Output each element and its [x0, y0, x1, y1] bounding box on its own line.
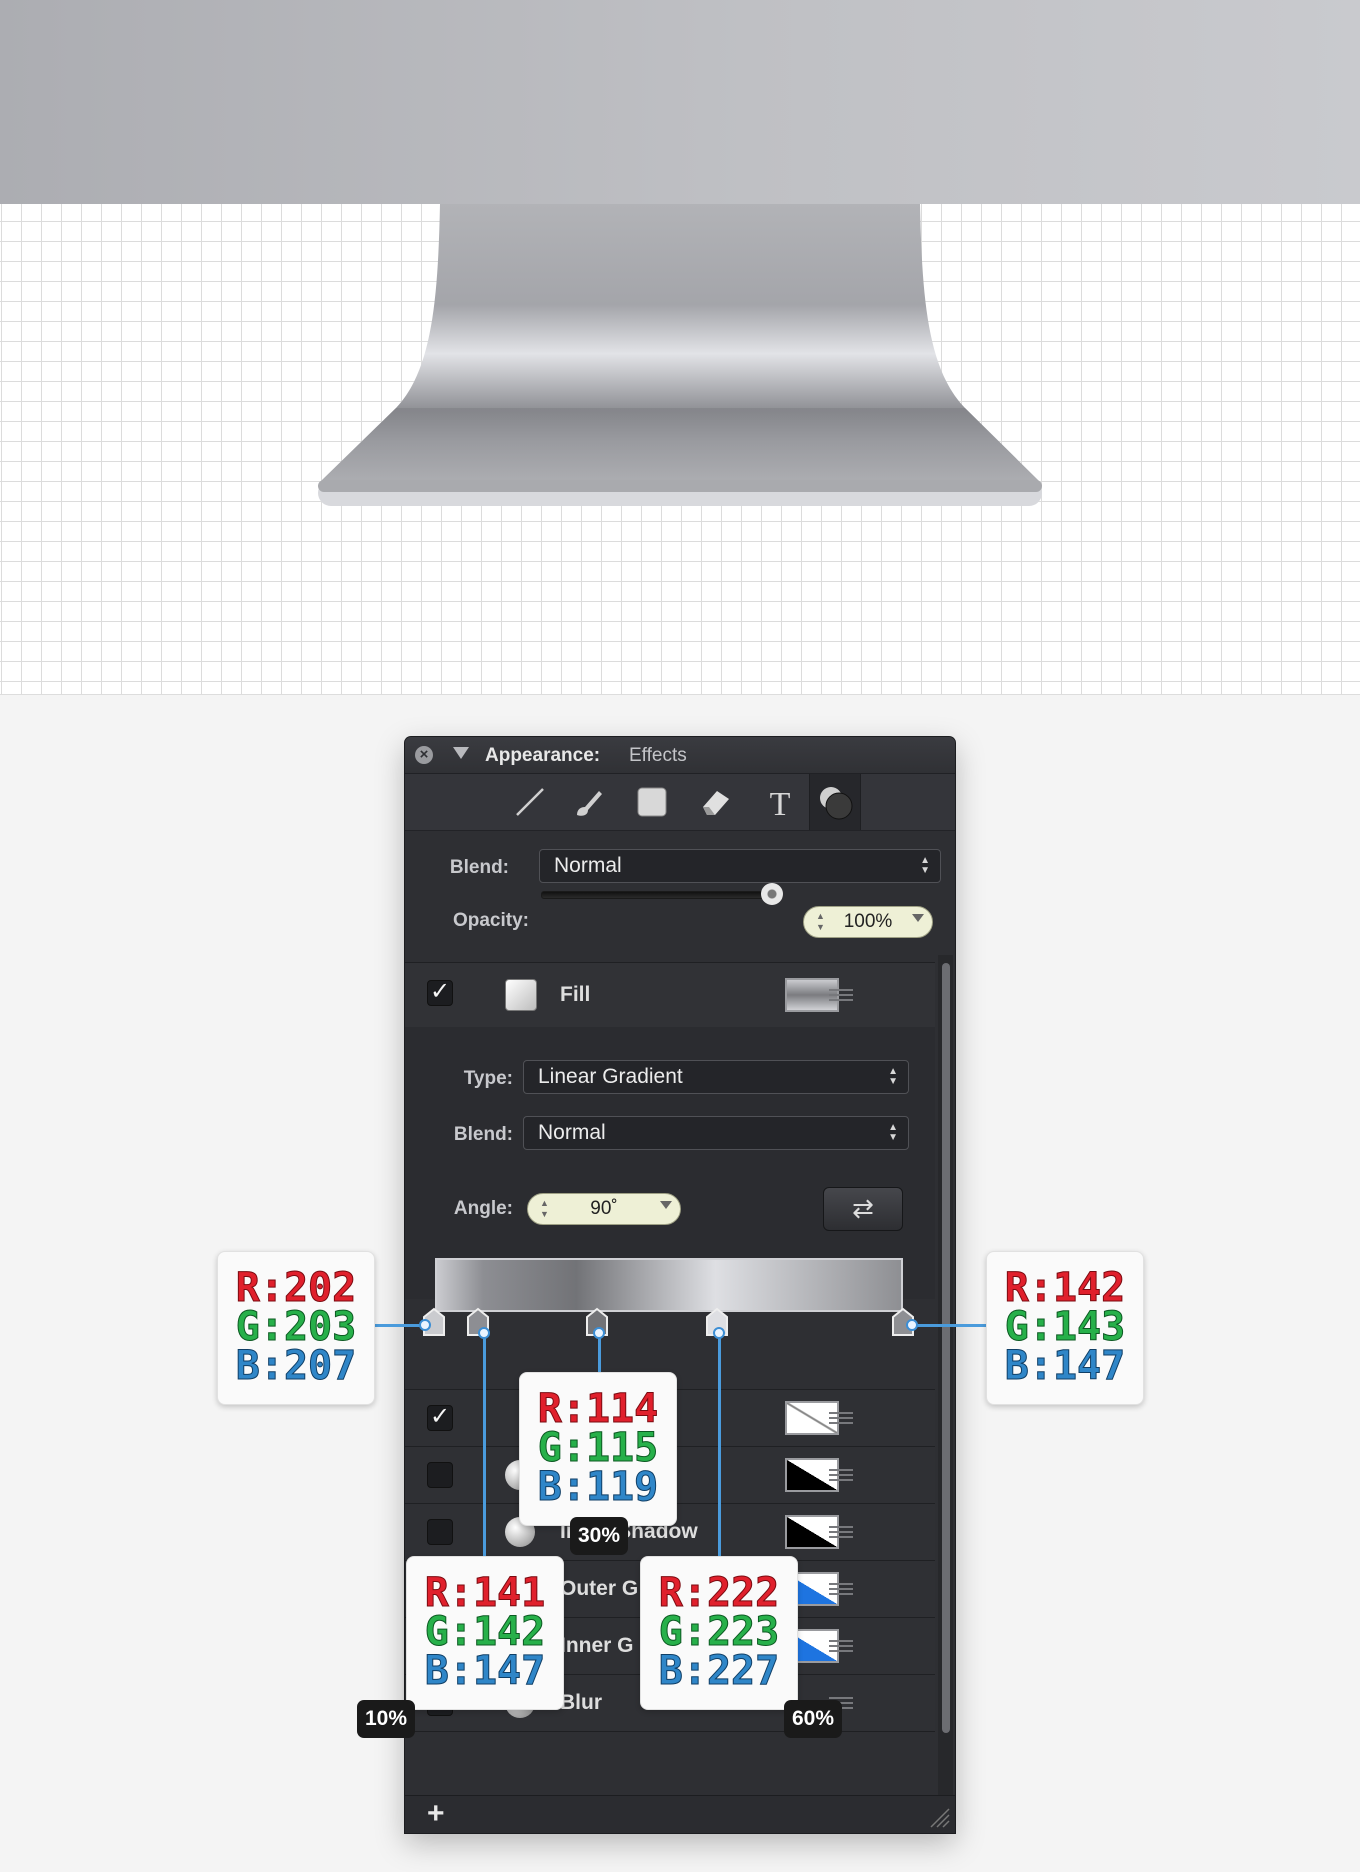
panel-title-value: Effects: [629, 745, 687, 766]
connector-line: [483, 1330, 486, 1556]
close-icon[interactable]: ×: [415, 746, 433, 764]
blend-select-value: Normal: [554, 854, 622, 877]
opacity-field[interactable]: ▲ ▼ 100%: [803, 906, 933, 938]
stop-position-badge: 10%: [357, 1700, 415, 1738]
brush-tool-icon[interactable]: [563, 780, 613, 824]
angle-value: 90˚: [590, 1198, 618, 1219]
color-callout-stop-100: R:142 G:143 B:147: [986, 1251, 1144, 1405]
connector-dot: [713, 1327, 725, 1339]
dropdown-arrow-icon[interactable]: [912, 914, 924, 922]
reverse-gradient-button[interactable]: ⇄: [823, 1187, 903, 1231]
select-arrows-icon: ▲ ▼: [888, 1066, 898, 1087]
shadow-checkbox[interactable]: [427, 1462, 453, 1488]
green-value: G:115: [537, 1425, 659, 1471]
effects-tool-icon[interactable]: [809, 774, 861, 830]
panel-title-label: Appearance:: [485, 745, 601, 766]
disclosure-triangle-icon[interactable]: [453, 747, 469, 759]
red-value: R:141: [424, 1570, 546, 1616]
drag-handle-icon[interactable]: [829, 1583, 853, 1595]
connector-dot: [906, 1319, 918, 1331]
fill-tool-icon[interactable]: [627, 780, 677, 824]
drag-handle-icon[interactable]: [829, 1412, 853, 1424]
drag-handle-icon[interactable]: [829, 1526, 853, 1538]
color-callout-stop-30: R:114 G:115 B:119: [519, 1372, 677, 1526]
rows-end-divider: [405, 1731, 935, 1732]
style-toolbar: T: [405, 774, 955, 831]
opacity-slider-knob[interactable]: [761, 883, 783, 905]
connector-dot: [478, 1327, 490, 1339]
connector-line: [718, 1330, 721, 1556]
connector-dot: [419, 1319, 431, 1331]
drag-handle-icon[interactable]: [829, 1640, 853, 1652]
blend-select[interactable]: Normal ▲ ▼: [539, 849, 941, 883]
blend-label: Blend:: [449, 857, 509, 878]
red-value: R:142: [1004, 1265, 1126, 1311]
green-value: G:143: [1004, 1304, 1126, 1350]
panel-titlebar: × Appearance: Effects: [405, 737, 955, 774]
blue-value: B:207: [235, 1343, 357, 1389]
effect-row-label: Outer G: [560, 1577, 639, 1600]
green-value: G:142: [424, 1609, 546, 1655]
resize-grip-icon[interactable]: [927, 1805, 951, 1829]
monitor-stand: [318, 204, 1042, 506]
add-effect-button[interactable]: +: [427, 1797, 445, 1831]
color-callout-stop-10: R:141 G:142 B:147: [406, 1556, 564, 1710]
fill-checkbox[interactable]: ✓: [427, 980, 453, 1006]
fill-blend-select-value: Normal: [538, 1121, 606, 1144]
stop-position-badge: 30%: [570, 1517, 628, 1555]
opacity-slider-track[interactable]: [541, 891, 783, 899]
color-callout-stop-0: R:202 G:203 B:207: [217, 1251, 375, 1405]
fill-blend-label: Blend:: [453, 1124, 513, 1145]
type-select-value: Linear Gradient: [538, 1065, 683, 1088]
dropdown-arrow-icon[interactable]: [660, 1201, 672, 1209]
angle-field[interactable]: ▲ ▼ 90˚: [527, 1193, 681, 1225]
blue-value: B:119: [537, 1464, 659, 1510]
drag-handle-icon[interactable]: [829, 989, 853, 1001]
swap-arrows-icon: ⇄: [852, 1193, 874, 1223]
text-tool-icon[interactable]: T: [755, 780, 805, 824]
panel-footer: [405, 1795, 955, 1833]
svg-text:T: T: [770, 786, 791, 819]
fill-icon: [505, 979, 537, 1011]
drag-handle-icon[interactable]: [829, 1469, 853, 1481]
gradient-preview-bar[interactable]: [435, 1258, 903, 1312]
stop-position-badge: 60%: [784, 1700, 842, 1738]
angle-label: Angle:: [453, 1198, 513, 1219]
fill-row[interactable]: ✓ Fill: [405, 962, 935, 1027]
red-value: R:222: [658, 1570, 780, 1616]
blue-value: B:147: [1004, 1343, 1126, 1389]
green-value: G:203: [235, 1304, 357, 1350]
type-label: Type:: [463, 1068, 513, 1089]
select-arrows-icon: ▲ ▼: [888, 1122, 898, 1143]
eraser-tool-icon[interactable]: [691, 780, 741, 824]
red-value: R:114: [537, 1386, 659, 1432]
fill-row-label: Fill: [560, 983, 591, 1006]
connector-line: [906, 1324, 986, 1327]
fill-blend-select[interactable]: Normal ▲ ▼: [523, 1116, 909, 1150]
green-value: G:223: [658, 1609, 780, 1655]
blue-value: B:147: [424, 1648, 546, 1694]
type-select[interactable]: Linear Gradient ▲ ▼: [523, 1060, 909, 1094]
stroke-checkbox[interactable]: ✓: [427, 1405, 453, 1431]
opacity-label: Opacity:: [452, 910, 529, 931]
effect-row-label: Inner G: [560, 1634, 634, 1657]
scrollbar-thumb[interactable]: [942, 963, 950, 1733]
connector-line: [372, 1324, 422, 1327]
inner-shadow-checkbox[interactable]: [427, 1519, 453, 1545]
line-tool-icon[interactable]: [505, 780, 555, 824]
select-arrows-icon: ▲ ▼: [920, 855, 930, 876]
effect-row-label: Blur: [560, 1691, 602, 1714]
blue-value: B:227: [658, 1648, 780, 1694]
connector-dot: [593, 1327, 605, 1339]
color-callout-stop-60: R:222 G:223 B:227: [640, 1556, 798, 1710]
artboard-grid: [0, 0, 1360, 695]
red-value: R:202: [235, 1265, 357, 1311]
